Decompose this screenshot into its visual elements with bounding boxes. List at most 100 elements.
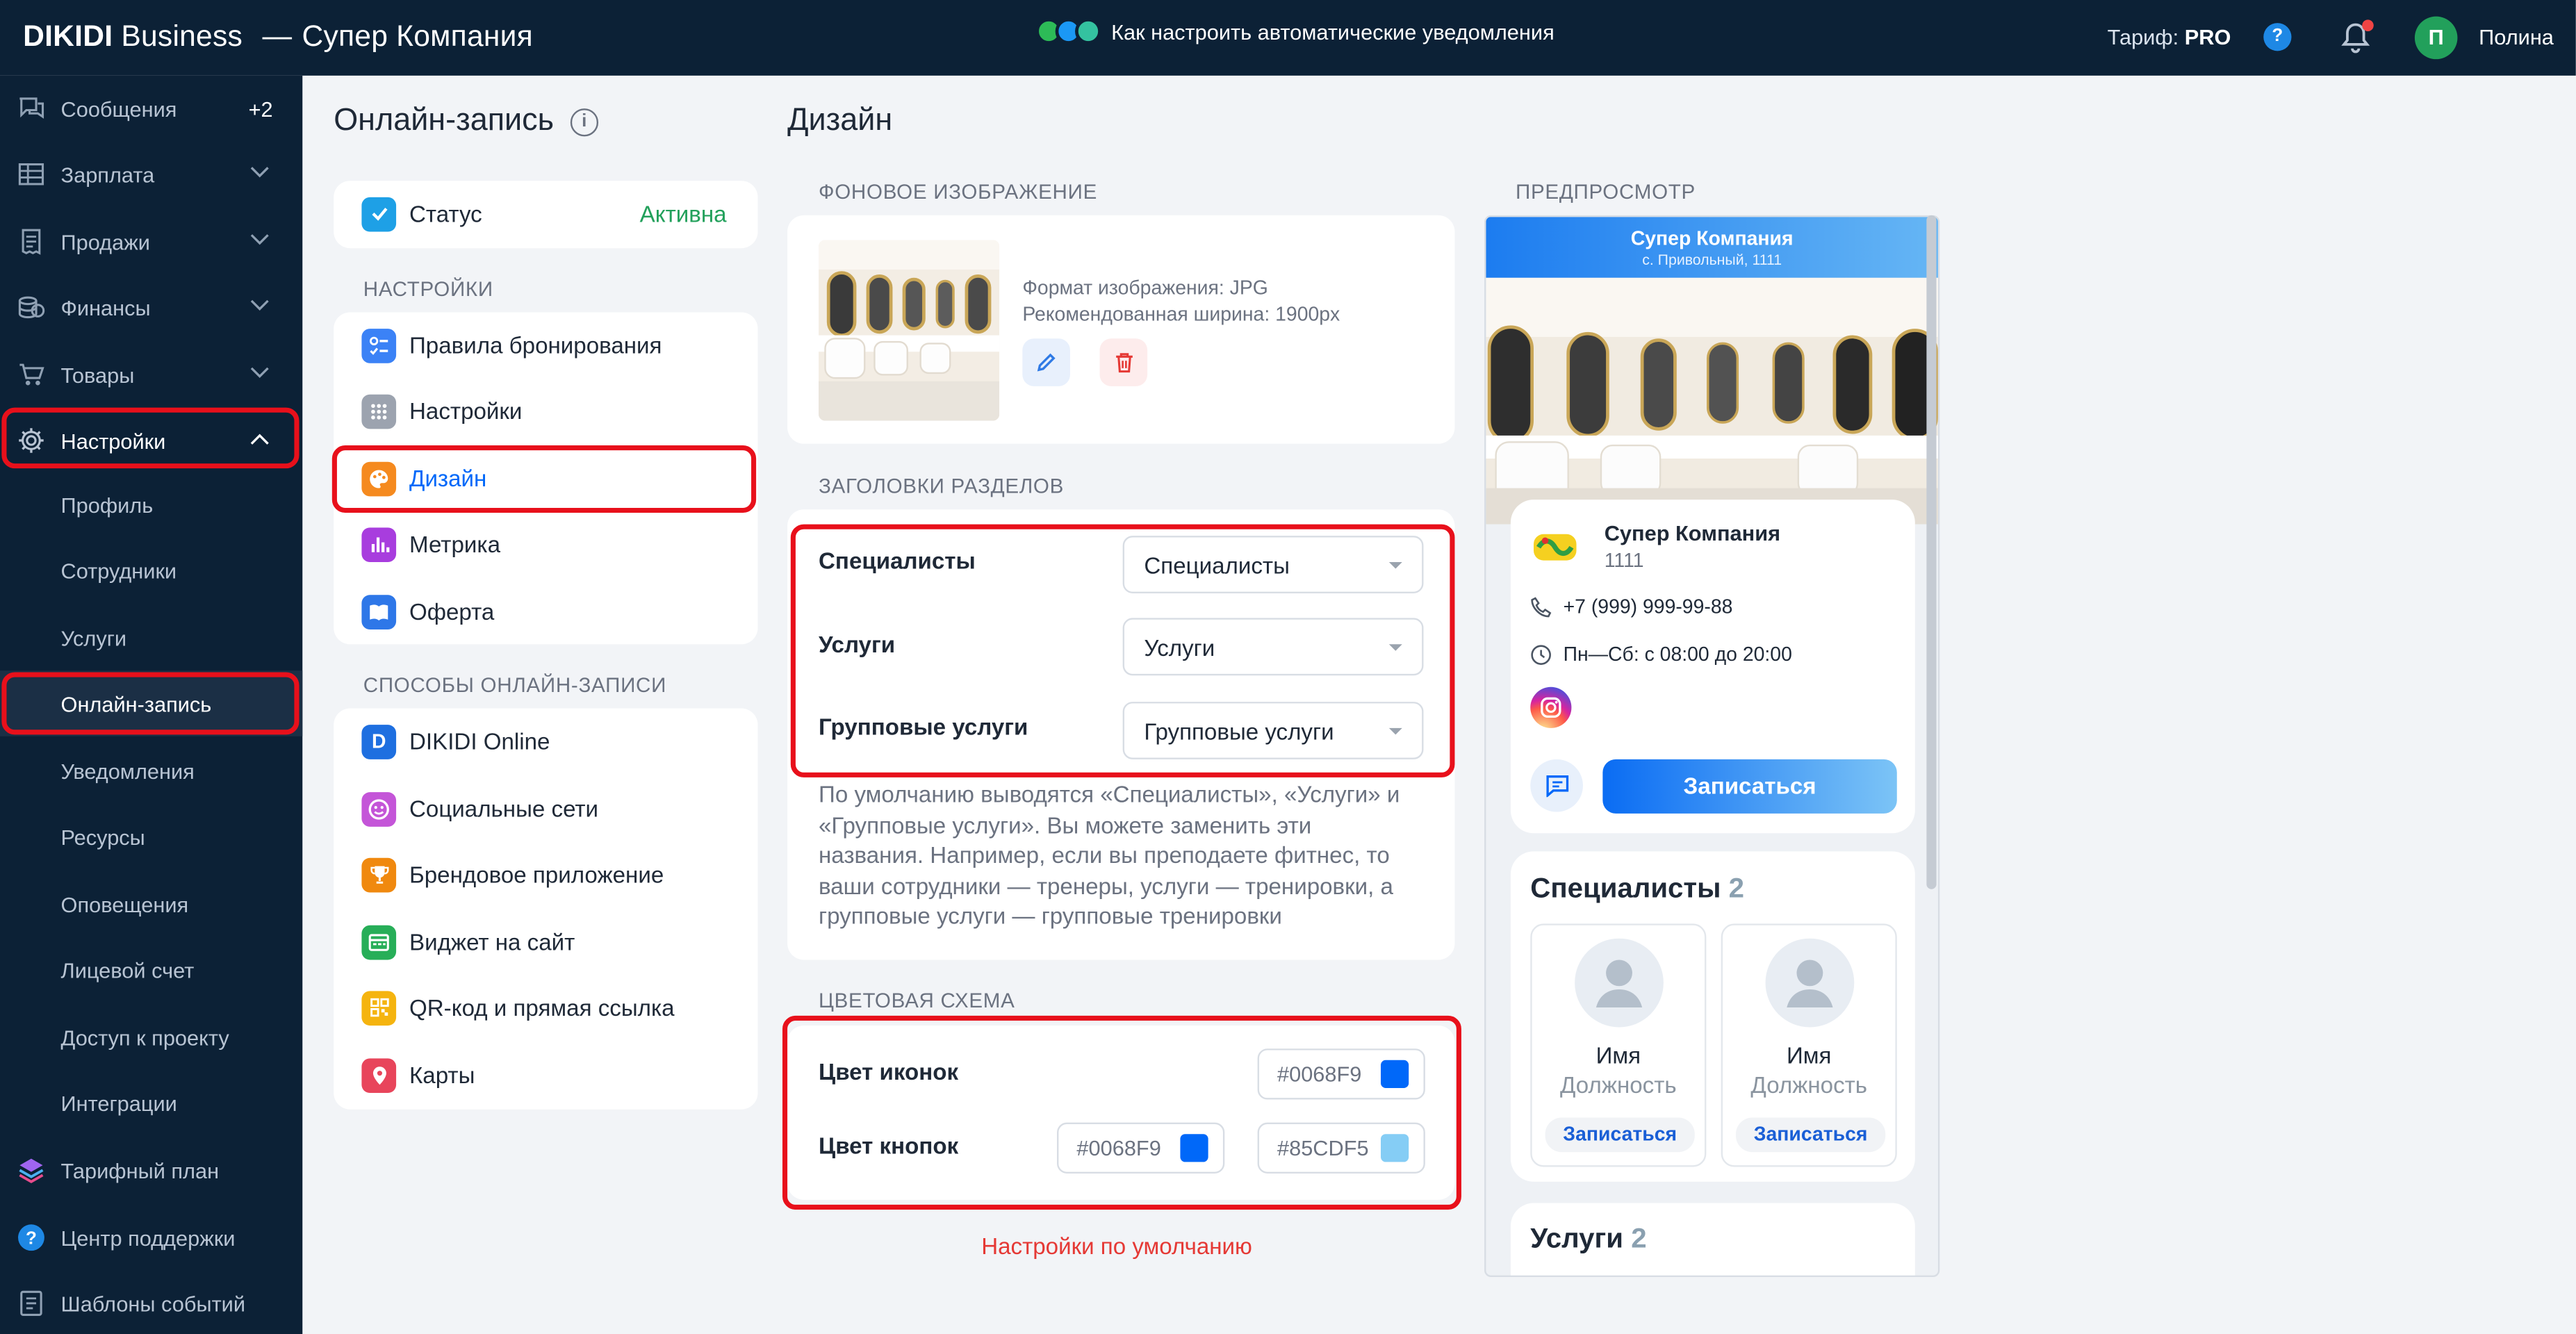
trophy-icon (361, 857, 397, 892)
qr-icon (361, 990, 397, 1025)
help-icon[interactable]: ? (2263, 23, 2292, 51)
sidebar: Сообщения +2 Зарплата Продажи Финансы То… (0, 75, 303, 1334)
reset-defaults-link[interactable]: Настройки по умолчанию (981, 1233, 1252, 1259)
specialist-card[interactable]: Имя Должность Записаться (1530, 923, 1707, 1167)
button-color-field-2[interactable]: #85CDF5 (1257, 1122, 1425, 1174)
preview-cover-image (1486, 277, 1938, 525)
background-thumbnail[interactable] (819, 240, 1000, 421)
chevron-down-icon (250, 367, 269, 379)
menu-social[interactable]: Социальные сети (334, 776, 757, 842)
sidebar-subitem-online-booking[interactable]: Онлайн-запись (0, 670, 303, 736)
preview-scrollbar[interactable] (1926, 215, 1937, 889)
menu-dikidi-online[interactable]: D DIKIDI Online (334, 709, 757, 775)
tarif-info[interactable]: Тариф: PRO (2108, 24, 2231, 49)
sidebar-item-tariff[interactable]: Тарифный план (0, 1137, 302, 1203)
settings-menu: Правила бронирования Настройки Дизайн Ме… (334, 312, 758, 645)
salary-icon (18, 163, 44, 186)
rules-icon (361, 327, 397, 363)
color-card: Цвет иконок #0068F9 Цвет кнопок #0068F9 … (787, 1026, 1455, 1200)
user-name[interactable]: Полина (2479, 24, 2554, 49)
menu-offer[interactable]: Оферта (334, 579, 757, 645)
chat-icon (19, 97, 44, 119)
notifications-bell-icon[interactable] (2340, 19, 2374, 59)
services-select[interactable]: Услуги (1122, 618, 1424, 676)
menu-settings[interactable]: Настройки (334, 378, 757, 444)
specialist-book-button[interactable]: Записаться (1545, 1117, 1695, 1153)
icon-color-field[interactable]: #0068F9 (1257, 1048, 1425, 1100)
sidebar-subitem-account[interactable]: Лицевой счет (0, 937, 302, 1003)
sidebar-subitem-profile[interactable]: Профиль (0, 472, 302, 538)
background-card: Формат изображения: JPG Рекомендованная … (787, 215, 1455, 444)
button-color-field-1[interactable]: #0068F9 (1057, 1122, 1225, 1174)
group-services-select[interactable]: Групповые услуги (1122, 702, 1424, 759)
sidebar-item-messages[interactable]: Сообщения +2 (0, 76, 302, 142)
check-icon (361, 196, 397, 231)
menu-design[interactable]: Дизайн (334, 445, 757, 511)
bar-chart-icon (361, 527, 397, 561)
preview-chat-button[interactable] (1530, 759, 1583, 812)
chevron-down-icon (1388, 644, 1402, 651)
sidebar-subitem-notifications[interactable]: Уведомления (0, 738, 302, 804)
specialist-book-button[interactable]: Записаться (1735, 1117, 1886, 1153)
coins-icon (18, 296, 45, 319)
sidebar-item-sales[interactable]: Продажи (0, 208, 302, 274)
sidebar-item-templates[interactable]: Шаблоны событий (0, 1271, 302, 1334)
preview-phone[interactable]: +7 (999) 999-99-88 (1530, 595, 1732, 618)
preview-book-button[interactable]: Записаться (1602, 759, 1897, 814)
phone-icon (1531, 596, 1552, 617)
status-card: Статус Активна (334, 181, 758, 249)
gear-icon (19, 428, 44, 453)
instagram-icon[interactable] (1530, 686, 1572, 728)
status-row[interactable]: Статус Активна (334, 181, 757, 247)
specialists-select[interactable]: Специалисты (1122, 536, 1424, 593)
preview-section-title: ПРЕДПРОСМОТР (1515, 181, 1696, 204)
sidebar-subitem-staff[interactable]: Сотрудники (0, 538, 302, 604)
specialist-card[interactable]: Имя Должность Записаться (1721, 923, 1897, 1167)
preview-company-name: Супер Компания (1604, 520, 1781, 546)
sidebar-subitem-alerts[interactable]: Оповещения (0, 871, 302, 937)
company-logo (1530, 526, 1580, 569)
template-icon (20, 1290, 42, 1316)
palette-icon (361, 461, 397, 496)
delete-background-button[interactable] (1099, 338, 1148, 386)
chevron-down-icon (250, 234, 269, 245)
background-info: Формат изображения: JPG Рекомендованная … (1022, 276, 1340, 326)
preview-company-number: 1111 (1604, 549, 1644, 573)
map-pin-icon (361, 1057, 397, 1092)
company-name: Супер Компания (302, 19, 533, 53)
sidebar-item-salary[interactable]: Зарплата (0, 141, 302, 207)
color-section-title: ЦВЕТОВАЯ СХЕМА (819, 989, 1015, 1013)
menu-maps[interactable]: Карты (334, 1042, 757, 1108)
page-title: Онлайн-запись i (334, 104, 598, 140)
trash-icon (1115, 353, 1132, 373)
sidebar-item-support[interactable]: ? Центр поддержки (0, 1205, 302, 1271)
grid-icon (361, 393, 397, 429)
menu-qr-code[interactable]: QR-код и прямая ссылка (334, 975, 757, 1041)
sidebar-subitem-integrations[interactable]: Интеграции (0, 1070, 302, 1136)
sidebar-subitem-resources[interactable]: Ресурсы (0, 804, 302, 870)
preview-specialists-title: Специалисты 2 (1530, 873, 1745, 905)
sidebar-item-finance[interactable]: Финансы (0, 274, 302, 340)
promo-text: Как настроить автоматические уведомления (1111, 19, 1554, 44)
receipt-icon (22, 229, 41, 255)
background-section-title: ФОНОВОЕ ИЗОБРАЖЕНИЕ (819, 181, 1098, 204)
menu-brand-app[interactable]: Брендовое приложение (334, 841, 757, 907)
widget-icon (361, 924, 397, 960)
menu-booking-rules[interactable]: Правила бронирования (334, 312, 757, 378)
promo-link[interactable]: Как настроить автоматические уведомления (1035, 18, 1554, 44)
menu-widget[interactable]: Виджет на сайт (334, 909, 757, 975)
sidebar-subitem-services[interactable]: Услуги (0, 605, 302, 671)
sidebar-subitem-access[interactable]: Доступ к проекту (0, 1004, 302, 1070)
headings-card: Специалисты Специалисты Услуги Услуги Гр… (787, 509, 1455, 960)
chevron-down-icon (1388, 727, 1402, 735)
sidebar-item-goods[interactable]: Товары (0, 342, 302, 408)
methods-section-title: СПОСОБЫ ОНЛАЙН-ЗАПИСИ (363, 673, 667, 697)
sidebar-item-settings[interactable]: Настройки (0, 408, 302, 474)
preview-hours: Пн—Сб: с 08:00 до 20:00 (1530, 643, 1792, 666)
edit-background-button[interactable] (1022, 338, 1070, 386)
info-icon[interactable]: i (570, 107, 598, 136)
menu-metrics[interactable]: Метрика (334, 511, 757, 577)
avatar[interactable]: П (2414, 16, 2458, 60)
avatar-placeholder-icon (1575, 938, 1664, 1028)
brand-logo[interactable]: DIKIDI Business — Супер Компания (23, 19, 533, 54)
